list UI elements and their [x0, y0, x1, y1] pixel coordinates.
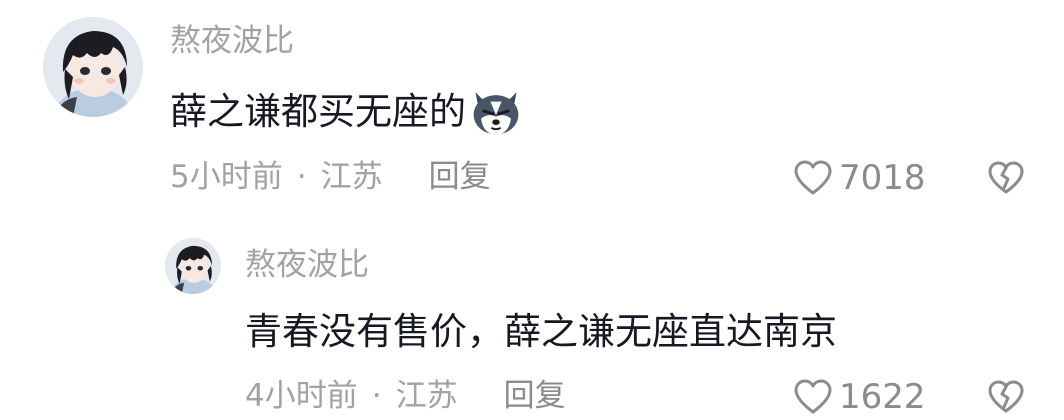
comment-text: 薛之谦都买无座的: [170, 83, 524, 139]
comment-username[interactable]: 熬夜波比: [170, 26, 294, 57]
reply-like-button[interactable]: 1622: [793, 378, 926, 416]
like-count: 7018: [839, 158, 926, 198]
comment-location: 江苏: [320, 159, 383, 195]
avatar[interactable]: [43, 17, 143, 117]
reply-location: 江苏: [395, 378, 458, 414]
comment-text-body: 薛之谦都买无座的: [170, 89, 466, 133]
heart-outline-icon: [794, 160, 832, 195]
broken-heart-icon: [988, 161, 1024, 194]
like-button[interactable]: 7018: [793, 159, 926, 197]
reply-dislike-button[interactable]: [987, 379, 1025, 415]
reply-button[interactable]: 回复: [429, 162, 491, 193]
heart-outline-icon: [794, 379, 832, 414]
like-count: 1622: [839, 377, 926, 417]
reply-text: 青春没有售价，薛之谦无座直达南京: [245, 310, 837, 353]
reply-avatar[interactable]: [165, 238, 221, 294]
reply-button[interactable]: 回复: [504, 381, 566, 412]
dislike-button[interactable]: [987, 160, 1025, 196]
comment-meta: 5小时前 · 江苏 回复: [170, 162, 491, 193]
reply-time: 4小时前: [245, 378, 358, 414]
reply-meta: 4小时前 · 江苏 回复: [245, 381, 566, 412]
husky-dog-emoji-icon: [468, 83, 524, 139]
comment-time: 5小时前: [170, 159, 283, 195]
reply-username[interactable]: 熬夜波比: [245, 250, 369, 281]
meta-separator: ·: [371, 378, 382, 414]
broken-heart-icon: [988, 380, 1024, 413]
meta-separator: ·: [296, 159, 307, 195]
